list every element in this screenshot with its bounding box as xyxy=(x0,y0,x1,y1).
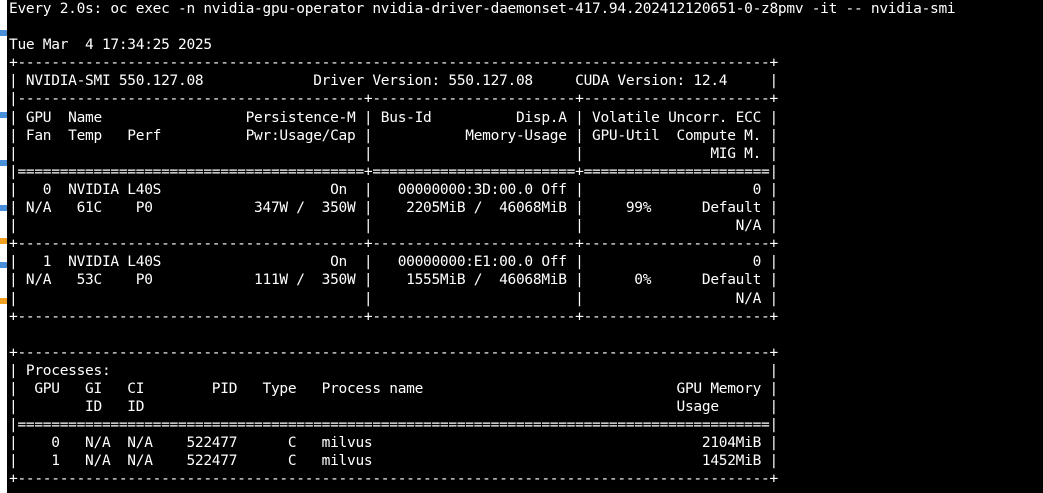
gpu-header-line: | | | MIG M. | xyxy=(9,145,778,162)
gpu-1-row: | 1 NVIDIA L40S On | 00000000:E1:00.0 Of… xyxy=(9,254,778,271)
terminal-window[interactable]: Every 2.0s: oc exec -n nvidia-gpu-operat… xyxy=(9,0,1039,493)
smi-line: |---------------------------------------… xyxy=(9,91,778,108)
processes-line: |=======================================… xyxy=(9,417,778,434)
edge-marker xyxy=(0,30,7,36)
edge-marker xyxy=(0,298,7,304)
smi-line: +---------------------------------------… xyxy=(9,55,778,72)
smi-line: +---------------------------------------… xyxy=(9,236,778,253)
gpu-header-line: | GPU Name Persistence-M | Bus-Id Disp.A… xyxy=(9,109,778,126)
processes-header-line: | ID ID Usage | xyxy=(9,399,778,416)
smi-version-line: | NVIDIA-SMI 550.127.08 Driver Version: … xyxy=(9,73,778,90)
process-row: | 0 N/A N/A 522477 C milvus 2104MiB | xyxy=(9,435,778,452)
edge-marker xyxy=(0,238,7,244)
gpu-0-row: | | | N/A | xyxy=(9,218,778,235)
processes-header-line: | GPU GI CI PID Type Process name GPU Me… xyxy=(9,380,778,397)
processes-title-line: | Processes: | xyxy=(9,362,778,379)
gpu-header-line: | Fan Temp Perf Pwr:Usage/Cap | Memory-U… xyxy=(9,127,778,144)
edge-marker xyxy=(0,160,7,166)
gpu-1-row: | N/A 53C P0 111W / 350W | 1555MiB / 460… xyxy=(9,272,778,289)
gpu-0-row: | 0 NVIDIA L40S On | 00000000:3D:00.0 Of… xyxy=(9,181,778,198)
gpu-1-row: | | | N/A | xyxy=(9,290,778,307)
edge-marker xyxy=(0,112,7,118)
smi-line: |=======================================… xyxy=(9,163,778,180)
left-window-edge xyxy=(0,0,7,493)
timestamp-line: Tue Mar 4 17:34:25 2025 xyxy=(9,37,212,54)
processes-line: +---------------------------------------… xyxy=(9,344,778,361)
edge-marker xyxy=(0,262,7,268)
gpu-0-row: | N/A 61C P0 347W / 350W | 2205MiB / 460… xyxy=(9,200,778,217)
terminal-output: Every 2.0s: oc exec -n nvidia-gpu-operat… xyxy=(9,0,1039,489)
smi-line: +---------------------------------------… xyxy=(9,308,778,325)
processes-line: +---------------------------------------… xyxy=(9,471,778,488)
process-row: | 1 N/A N/A 522477 C milvus 1452MiB | xyxy=(9,453,778,470)
watch-command-line: Every 2.0s: oc exec -n nvidia-gpu-operat… xyxy=(9,1,956,17)
edge-marker xyxy=(0,205,7,211)
